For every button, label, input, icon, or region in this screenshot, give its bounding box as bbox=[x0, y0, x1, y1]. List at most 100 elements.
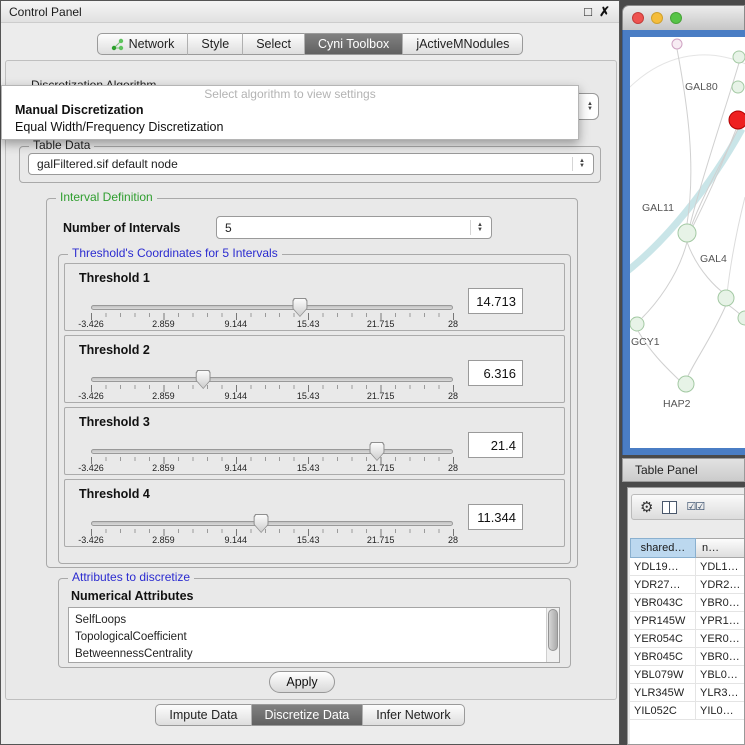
tab-network[interactable]: Network bbox=[97, 33, 189, 55]
tab-label: Impute Data bbox=[169, 708, 237, 722]
threshold-4-panel: Threshold 4 -3.426 2.859 9.144 15.43 21.… bbox=[64, 479, 565, 547]
table-panel-title: Table Panel bbox=[635, 463, 698, 477]
minimize-icon[interactable]: □ bbox=[584, 4, 592, 19]
thresholds-group-title: Threshold's Coordinates for 5 Intervals bbox=[68, 246, 282, 260]
close-traffic-light-icon[interactable] bbox=[632, 12, 644, 24]
attributes-list[interactable]: SelfLoops TopologicalCoefficient Between… bbox=[68, 607, 560, 663]
column-header-name[interactable]: n… bbox=[696, 538, 745, 558]
cell-shared-name[interactable]: YBR043C bbox=[630, 594, 696, 611]
close-icon[interactable]: ✗ bbox=[599, 4, 610, 19]
list-item[interactable]: SelfLoops bbox=[69, 608, 559, 629]
gear-icon[interactable]: ⚙ bbox=[640, 500, 653, 515]
tab-label: Infer Network bbox=[376, 708, 450, 722]
scale-label: 21.715 bbox=[367, 463, 395, 473]
minimize-traffic-light-icon[interactable] bbox=[651, 12, 663, 24]
cell-shared-name[interactable]: YLR345W bbox=[630, 684, 696, 701]
cell-name[interactable]: YPR1… bbox=[696, 612, 745, 629]
tab-label: Style bbox=[201, 37, 229, 51]
table-row[interactable]: YBR045C YBR0… bbox=[630, 648, 745, 666]
network-node[interactable] bbox=[733, 51, 745, 63]
table-data-combobox[interactable]: galFiltered.sif default node ▲▼ bbox=[28, 153, 594, 175]
table-row[interactable]: YBL079W YBL0… bbox=[630, 666, 745, 684]
tab-cyni-toolbox[interactable]: Cyni Toolbox bbox=[305, 33, 403, 55]
cell-name[interactable]: YDR2… bbox=[696, 576, 745, 593]
cell-shared-name[interactable]: YBR045C bbox=[630, 648, 696, 665]
network-icon bbox=[111, 38, 124, 51]
tab-select[interactable]: Select bbox=[243, 33, 305, 55]
cell-shared-name[interactable]: YIL052C bbox=[630, 702, 696, 719]
cell-shared-name[interactable]: YDR27… bbox=[630, 576, 696, 593]
table-row[interactable]: YDL19… YDL1… bbox=[630, 558, 745, 576]
control-panel-titlebar[interactable]: Control Panel □ ✗ bbox=[1, 1, 619, 23]
network-node[interactable] bbox=[718, 290, 734, 306]
scale-label: 2.859 bbox=[152, 463, 175, 473]
scale-label: 9.144 bbox=[225, 463, 248, 473]
slider-track[interactable] bbox=[91, 521, 453, 526]
scale-label: 28 bbox=[448, 391, 458, 401]
table-row[interactable]: YBR043C YBR0… bbox=[630, 594, 745, 612]
table-row[interactable]: YLR345W YLR3… bbox=[630, 684, 745, 702]
table-row[interactable]: YPR145W YPR1… bbox=[630, 612, 745, 630]
threshold-2-panel: Threshold 2 -3.426 2.859 9.144 15.43 21.… bbox=[64, 335, 565, 403]
threshold-value-field[interactable]: 6.316 bbox=[468, 360, 523, 386]
cell-name[interactable]: YBL0… bbox=[696, 666, 745, 683]
number-of-intervals-combobox[interactable]: 5 ▲▼ bbox=[216, 216, 492, 239]
node-label: GAL80 bbox=[685, 81, 718, 93]
network-node[interactable] bbox=[672, 39, 682, 49]
scrollbar-thumb[interactable] bbox=[548, 609, 558, 651]
cell-name[interactable]: YBR0… bbox=[696, 648, 745, 665]
table-row[interactable]: YDR27… YDR2… bbox=[630, 576, 745, 594]
threshold-value-field[interactable]: 21.4 bbox=[468, 432, 523, 458]
node-label: GAL4 bbox=[700, 253, 727, 265]
tab-style[interactable]: Style bbox=[188, 33, 243, 55]
table-panel-header[interactable]: Table Panel bbox=[622, 458, 745, 482]
tab-jactivemnodules[interactable]: jActiveMNodules bbox=[403, 33, 523, 55]
cell-name[interactable]: YIL0… bbox=[696, 702, 745, 719]
algorithm-option-manual[interactable]: Manual Discretization bbox=[2, 102, 578, 119]
list-item[interactable]: BetweennessCentrality bbox=[69, 646, 559, 663]
slider-scale: -3.426 2.859 9.144 15.43 21.715 28 bbox=[91, 391, 453, 402]
cell-name[interactable]: YER0… bbox=[696, 630, 745, 647]
cell-name[interactable]: YLR3… bbox=[696, 684, 745, 701]
threshold-value-field[interactable]: 11.344 bbox=[468, 504, 523, 530]
tab-label: Select bbox=[256, 37, 291, 51]
tab-discretize-data[interactable]: Discretize Data bbox=[252, 704, 364, 726]
network-node[interactable] bbox=[678, 376, 694, 392]
table-row[interactable]: YER054C YER0… bbox=[630, 630, 745, 648]
cell-shared-name[interactable]: YPR145W bbox=[630, 612, 696, 629]
column-header-shared-name[interactable]: shared… bbox=[630, 538, 696, 558]
slider-track[interactable] bbox=[91, 449, 453, 454]
threshold-3-slider[interactable] bbox=[91, 441, 453, 465]
network-canvas[interactable]: GAL80 GAL11 GAL4 GCY1 HAP2 bbox=[630, 37, 745, 448]
select-columns-icon[interactable]: ☑☑ bbox=[686, 501, 704, 513]
cell-name[interactable]: YDL1… bbox=[696, 558, 745, 575]
slider-track[interactable] bbox=[91, 305, 453, 310]
tab-impute-data[interactable]: Impute Data bbox=[155, 704, 251, 726]
list-scrollbar[interactable] bbox=[546, 608, 559, 662]
control-panel-window: Control Panel □ ✗ Network Style Select C… bbox=[0, 0, 620, 745]
network-node[interactable] bbox=[678, 224, 696, 242]
cell-shared-name[interactable]: YDL19… bbox=[630, 558, 696, 575]
algorithm-placeholder: Select algorithm to view settings bbox=[2, 87, 578, 102]
network-node[interactable] bbox=[630, 317, 644, 331]
table-data-group-title: Table Data bbox=[29, 138, 94, 152]
threshold-4-slider[interactable] bbox=[91, 513, 453, 537]
columns-icon[interactable] bbox=[662, 501, 677, 514]
scale-label: 9.144 bbox=[225, 319, 248, 329]
network-node[interactable] bbox=[732, 81, 744, 93]
selected-red-node[interactable] bbox=[729, 111, 745, 129]
slider-track[interactable] bbox=[91, 377, 453, 382]
apply-button[interactable]: Apply bbox=[269, 671, 335, 693]
threshold-value-field[interactable]: 14.713 bbox=[468, 288, 523, 314]
algorithm-option-equal-width[interactable]: Equal Width/Frequency Discretization bbox=[2, 119, 578, 136]
table-row[interactable]: YIL052C YIL0… bbox=[630, 702, 745, 720]
cell-name[interactable]: YBR0… bbox=[696, 594, 745, 611]
cell-shared-name[interactable]: YER054C bbox=[630, 630, 696, 647]
tab-infer-network[interactable]: Infer Network bbox=[363, 704, 464, 726]
cell-shared-name[interactable]: YBL079W bbox=[630, 666, 696, 683]
threshold-2-slider[interactable] bbox=[91, 369, 453, 393]
list-item[interactable]: TopologicalCoefficient bbox=[69, 629, 559, 646]
network-window-titlebar[interactable] bbox=[622, 5, 745, 30]
threshold-1-slider[interactable] bbox=[91, 297, 453, 321]
zoom-traffic-light-icon[interactable] bbox=[670, 12, 682, 24]
